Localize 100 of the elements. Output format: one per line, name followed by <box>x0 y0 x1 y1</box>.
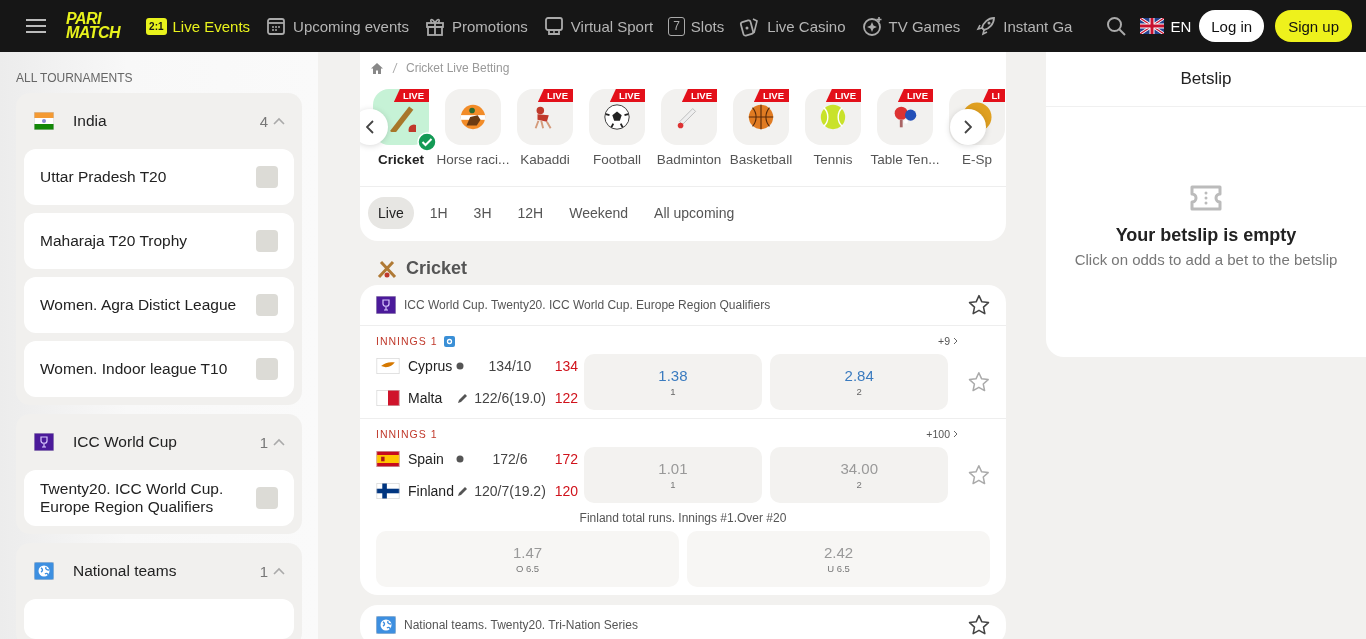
login-button[interactable]: Log in <box>1199 10 1265 42</box>
sport-label: Kabaddi <box>520 152 570 167</box>
nav-link[interactable]: 2:1 Live Events <box>146 17 251 35</box>
nav-link[interactable]: Live Casino <box>739 15 846 37</box>
more-markets-link[interactable]: +9 <box>938 335 958 347</box>
nav-link[interactable]: Instant Ga <box>975 15 1073 37</box>
sport-label: Tennis <box>813 152 853 167</box>
logo[interactable]: PARI MATCH <box>66 12 121 40</box>
star-icon[interactable] <box>968 371 990 393</box>
gamepad-icon <box>542 15 565 37</box>
previous-button[interactable] <box>360 109 388 145</box>
time-filter-tab[interactable]: 3H <box>463 197 502 229</box>
team-score: 134/10 <box>487 358 533 374</box>
sport-tile[interactable]: LIVE <box>589 89 645 145</box>
odds-button[interactable]: 2.84 2 <box>770 354 949 410</box>
menu-icon[interactable] <box>26 18 46 34</box>
home-icon[interactable] <box>370 61 384 75</box>
group-name: National teams <box>73 562 178 580</box>
time-filter-tab[interactable]: 1H <box>419 197 458 229</box>
rocket-icon <box>975 15 998 37</box>
group-header[interactable]: ICC World Cup 1 <box>24 414 294 470</box>
horse-rider-icon <box>458 102 488 132</box>
search-icon[interactable] <box>1106 16 1127 36</box>
count: 1 <box>259 562 268 580</box>
market-title: Finland total runs. Innings #1.Over #20 <box>578 511 788 525</box>
checkbox[interactable] <box>256 294 278 316</box>
sport-tile[interactable]: LIVE <box>733 89 789 145</box>
time-filter-tab[interactable]: All upcoming <box>644 197 745 229</box>
empty-message: Click on odds to add a bet to the betslip <box>1074 251 1338 268</box>
runs: 122 <box>553 390 578 406</box>
sport-tile[interactable]: LIVE <box>661 89 717 145</box>
tournament-item[interactable]: Maharaja T20 Trophy <box>24 213 294 269</box>
nav-link[interactable]: Virtual Sport <box>542 15 654 37</box>
star-icon[interactable] <box>968 294 990 316</box>
signup-button[interactable]: Sign up <box>1275 10 1352 42</box>
group-header[interactable]: India 4 <box>24 93 294 149</box>
tournament-name: Women. Indoor league T10 <box>40 360 229 378</box>
flag-icon <box>32 433 56 451</box>
period-label: INNINGS 1 <box>376 335 438 347</box>
tournament-item[interactable]: Women. Agra Distict League <box>24 277 294 333</box>
basketball-icon <box>746 102 776 132</box>
tournament-title: ICC World Cup. Twenty20. ICC World Cup. Europe Region Qualifiers <box>404 298 772 312</box>
sport-label: Basketball <box>729 152 793 167</box>
checkbox[interactable] <box>256 487 278 509</box>
language-selector[interactable]: EN <box>1140 17 1192 35</box>
sport-tile[interactable] <box>445 89 501 145</box>
nav-link[interactable]: 7 Slots <box>668 16 725 36</box>
section-heading: ALL TOURNAMENTS <box>16 71 134 85</box>
time-filter-tab[interactable]: Weekend <box>559 197 639 229</box>
more-markets-link[interactable]: +100 <box>926 428 958 440</box>
runs: 120 <box>553 483 578 499</box>
team-name: Finland <box>408 483 455 499</box>
time-filter-tab[interactable]: 12H <box>507 197 554 229</box>
live-badge: LIVE <box>753 89 789 102</box>
ball-icon <box>456 455 464 463</box>
ticket-icon <box>1189 185 1223 211</box>
live-badge: LI <box>982 89 1005 102</box>
tournament-item[interactable]: Uttar Pradesh T20 <box>24 149 294 205</box>
star-icon[interactable] <box>968 464 990 486</box>
checkbox[interactable] <box>256 166 278 188</box>
nav-link[interactable]: TV Games <box>860 15 961 37</box>
flag-icon <box>376 451 400 467</box>
chevron-right-icon <box>953 337 958 345</box>
tournament-item[interactable]: Twenty20. ICC World Cup. Europe Region Qualifiers <box>24 470 294 526</box>
tournament-name: Uttar Pradesh T20 <box>40 168 168 186</box>
live-badge: LIVE <box>537 89 573 102</box>
bat-icon <box>456 485 468 497</box>
group-name: ICC World Cup <box>73 433 178 451</box>
nav-link[interactable]: Promotions <box>424 15 528 37</box>
tournament-item[interactable]: Women. Indoor league T10 <box>24 341 294 397</box>
live-badge: LIVE <box>681 89 717 102</box>
bat-icon <box>456 392 468 404</box>
odds-button[interactable]: 1.47 O 6.5 <box>376 531 679 587</box>
flag-icon <box>376 390 400 406</box>
tournament-name: Twenty20. ICC World Cup. Europe Region Qualifiers <box>40 480 225 516</box>
chevron-icon[interactable] <box>272 565 286 577</box>
flag-icon <box>376 358 400 374</box>
nav-link[interactable]: Upcoming events <box>265 15 409 37</box>
breadcrumb-separator-icon <box>392 62 398 74</box>
tennis-ball-icon <box>818 102 848 132</box>
chevron-icon[interactable] <box>272 115 286 127</box>
sparkle-icon <box>860 15 883 37</box>
odds-button[interactable]: 34.00 2 <box>770 447 949 503</box>
time-filter-tab[interactable]: Live <box>368 197 414 229</box>
sport-tile[interactable]: LIVE <box>877 89 933 145</box>
checkbox[interactable] <box>256 358 278 380</box>
sport-tile[interactable]: LIVE <box>805 89 861 145</box>
odds-button[interactable]: 1.01 1 <box>583 447 763 503</box>
sport-label: E-Sp <box>962 152 992 167</box>
sport-tile[interactable]: LIVE <box>517 89 573 145</box>
group-header[interactable]: National teams 1 <box>24 543 294 599</box>
chevron-icon[interactable] <box>272 436 286 448</box>
chevron-left-icon <box>366 120 374 134</box>
odds-button[interactable]: 1.38 1 <box>583 354 763 410</box>
team-score: 122/6(19.0) <box>473 390 547 406</box>
checkbox[interactable] <box>256 230 278 252</box>
star-icon[interactable] <box>968 614 990 636</box>
odds-button[interactable]: 2.42 U 6.5 <box>687 531 990 587</box>
football-icon <box>602 102 632 132</box>
sport-label: Badminton <box>656 152 722 167</box>
